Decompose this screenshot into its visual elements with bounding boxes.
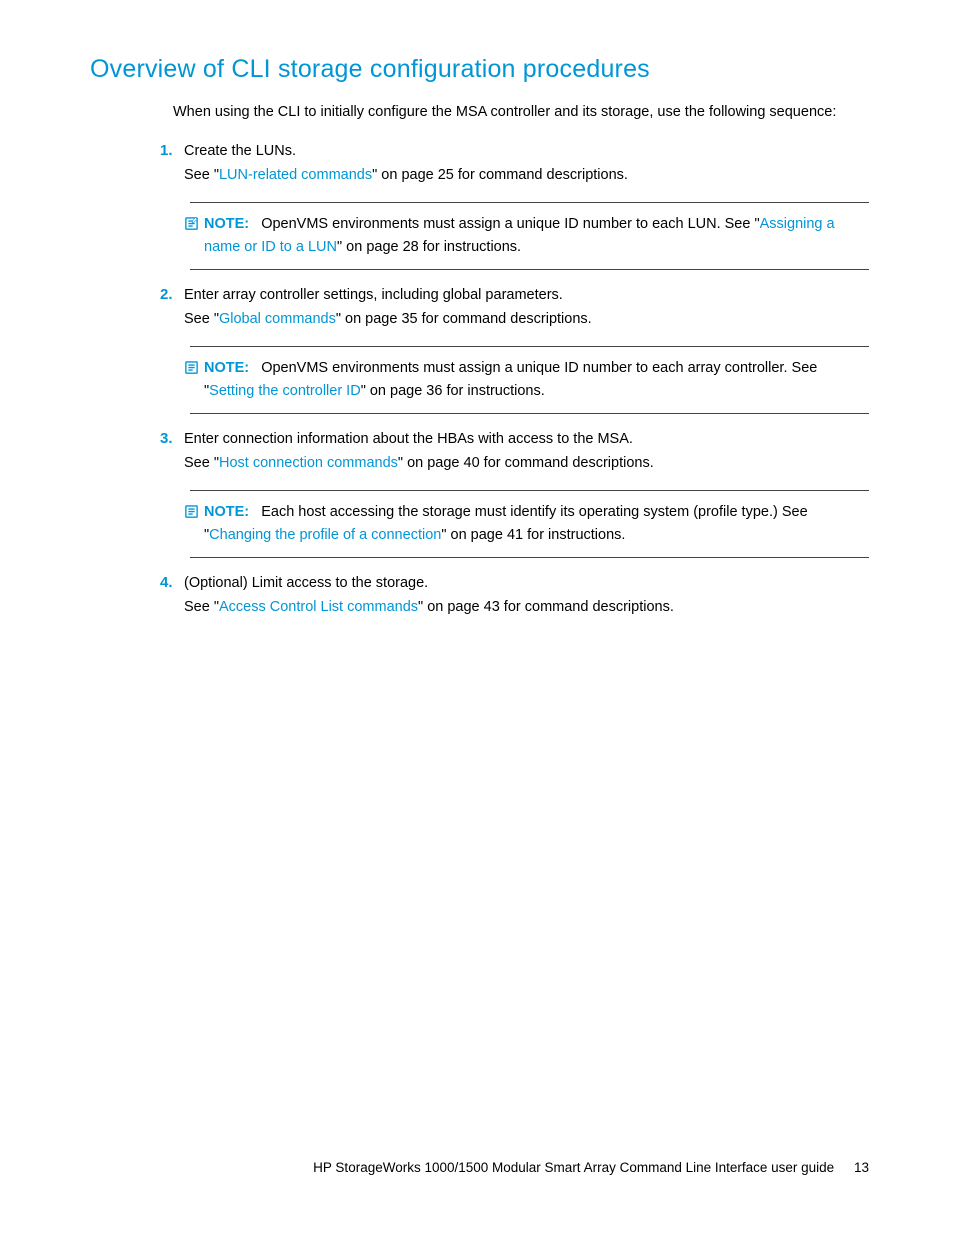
note-icon xyxy=(184,357,204,381)
see-suffix: " on page 40 for command descriptions. xyxy=(398,455,654,471)
note-t1: OpenVMS environments must assign a uniqu… xyxy=(261,216,759,232)
note-block: NOTE: Each host accessing the storage mu… xyxy=(184,490,869,558)
page-footer: HP StorageWorks 1000/1500 Modular Smart … xyxy=(313,1160,869,1175)
rule xyxy=(190,202,869,203)
note-text: NOTE: OpenVMS environments must assign a… xyxy=(204,213,869,259)
page-title: Overview of CLI storage configuration pr… xyxy=(90,55,869,84)
note-label: NOTE: xyxy=(204,216,249,232)
note-text: NOTE: Each host accessing the storage mu… xyxy=(204,501,869,547)
rule xyxy=(190,557,869,558)
see-prefix: See " xyxy=(184,167,219,183)
intro-text: When using the CLI to initially configur… xyxy=(173,102,869,124)
see-prefix: See " xyxy=(184,599,219,615)
item-body: Enter connection information about the H… xyxy=(184,428,869,476)
note-icon xyxy=(184,213,204,237)
see-suffix: " on page 35 for command descriptions. xyxy=(336,311,592,327)
item-title: (Optional) Limit access to the storage. xyxy=(184,575,428,591)
see-prefix: See " xyxy=(184,311,219,327)
list-item: 3. Enter connection information about th… xyxy=(160,428,869,558)
item-number: 4. xyxy=(160,574,184,591)
rule xyxy=(190,413,869,414)
xref-link[interactable]: Setting the controller ID xyxy=(209,383,361,399)
note-t2: " on page 36 for instructions. xyxy=(361,383,545,399)
footer-page-number: 13 xyxy=(854,1160,869,1175)
see-prefix: See " xyxy=(184,455,219,471)
xref-link[interactable]: LUN-related commands xyxy=(219,167,372,183)
note-block: NOTE: OpenVMS environments must assign a… xyxy=(184,346,869,414)
item-title: Enter connection information about the H… xyxy=(184,431,633,447)
procedure-list: 1. Create the LUNs. See "LUN-related com… xyxy=(160,140,869,621)
see-suffix: " on page 43 for command descriptions. xyxy=(418,599,674,615)
xref-link[interactable]: Access Control List commands xyxy=(219,599,418,615)
note-t2: " on page 28 for instructions. xyxy=(337,239,521,255)
xref-link[interactable]: Global commands xyxy=(219,311,336,327)
note-text: NOTE: OpenVMS environments must assign a… xyxy=(204,357,869,403)
item-body: Create the LUNs. See "LUN-related comman… xyxy=(184,140,869,188)
item-body: (Optional) Limit access to the storage. … xyxy=(184,572,869,620)
list-item: 2. Enter array controller settings, incl… xyxy=(160,284,869,414)
item-number: 2. xyxy=(160,286,184,303)
note-label: NOTE: xyxy=(204,504,249,520)
note-icon xyxy=(184,501,204,525)
item-number: 3. xyxy=(160,430,184,447)
item-body: Enter array controller settings, includi… xyxy=(184,284,869,332)
list-item: 1. Create the LUNs. See "LUN-related com… xyxy=(160,140,869,270)
footer-text: HP StorageWorks 1000/1500 Modular Smart … xyxy=(313,1160,834,1175)
item-title: Create the LUNs. xyxy=(184,143,296,159)
xref-link[interactable]: Host connection commands xyxy=(219,455,398,471)
rule xyxy=(190,490,869,491)
rule xyxy=(190,346,869,347)
rule xyxy=(190,269,869,270)
note-label: NOTE: xyxy=(204,360,249,376)
item-number: 1. xyxy=(160,142,184,159)
note-t2: " on page 41 for instructions. xyxy=(441,527,625,543)
note-block: NOTE: OpenVMS environments must assign a… xyxy=(184,202,869,270)
page-content: Overview of CLI storage configuration pr… xyxy=(0,0,954,694)
see-suffix: " on page 25 for command descriptions. xyxy=(372,167,628,183)
list-item: 4. (Optional) Limit access to the storag… xyxy=(160,572,869,620)
xref-link[interactable]: Changing the profile of a connection xyxy=(209,527,441,543)
item-title: Enter array controller settings, includi… xyxy=(184,287,563,303)
